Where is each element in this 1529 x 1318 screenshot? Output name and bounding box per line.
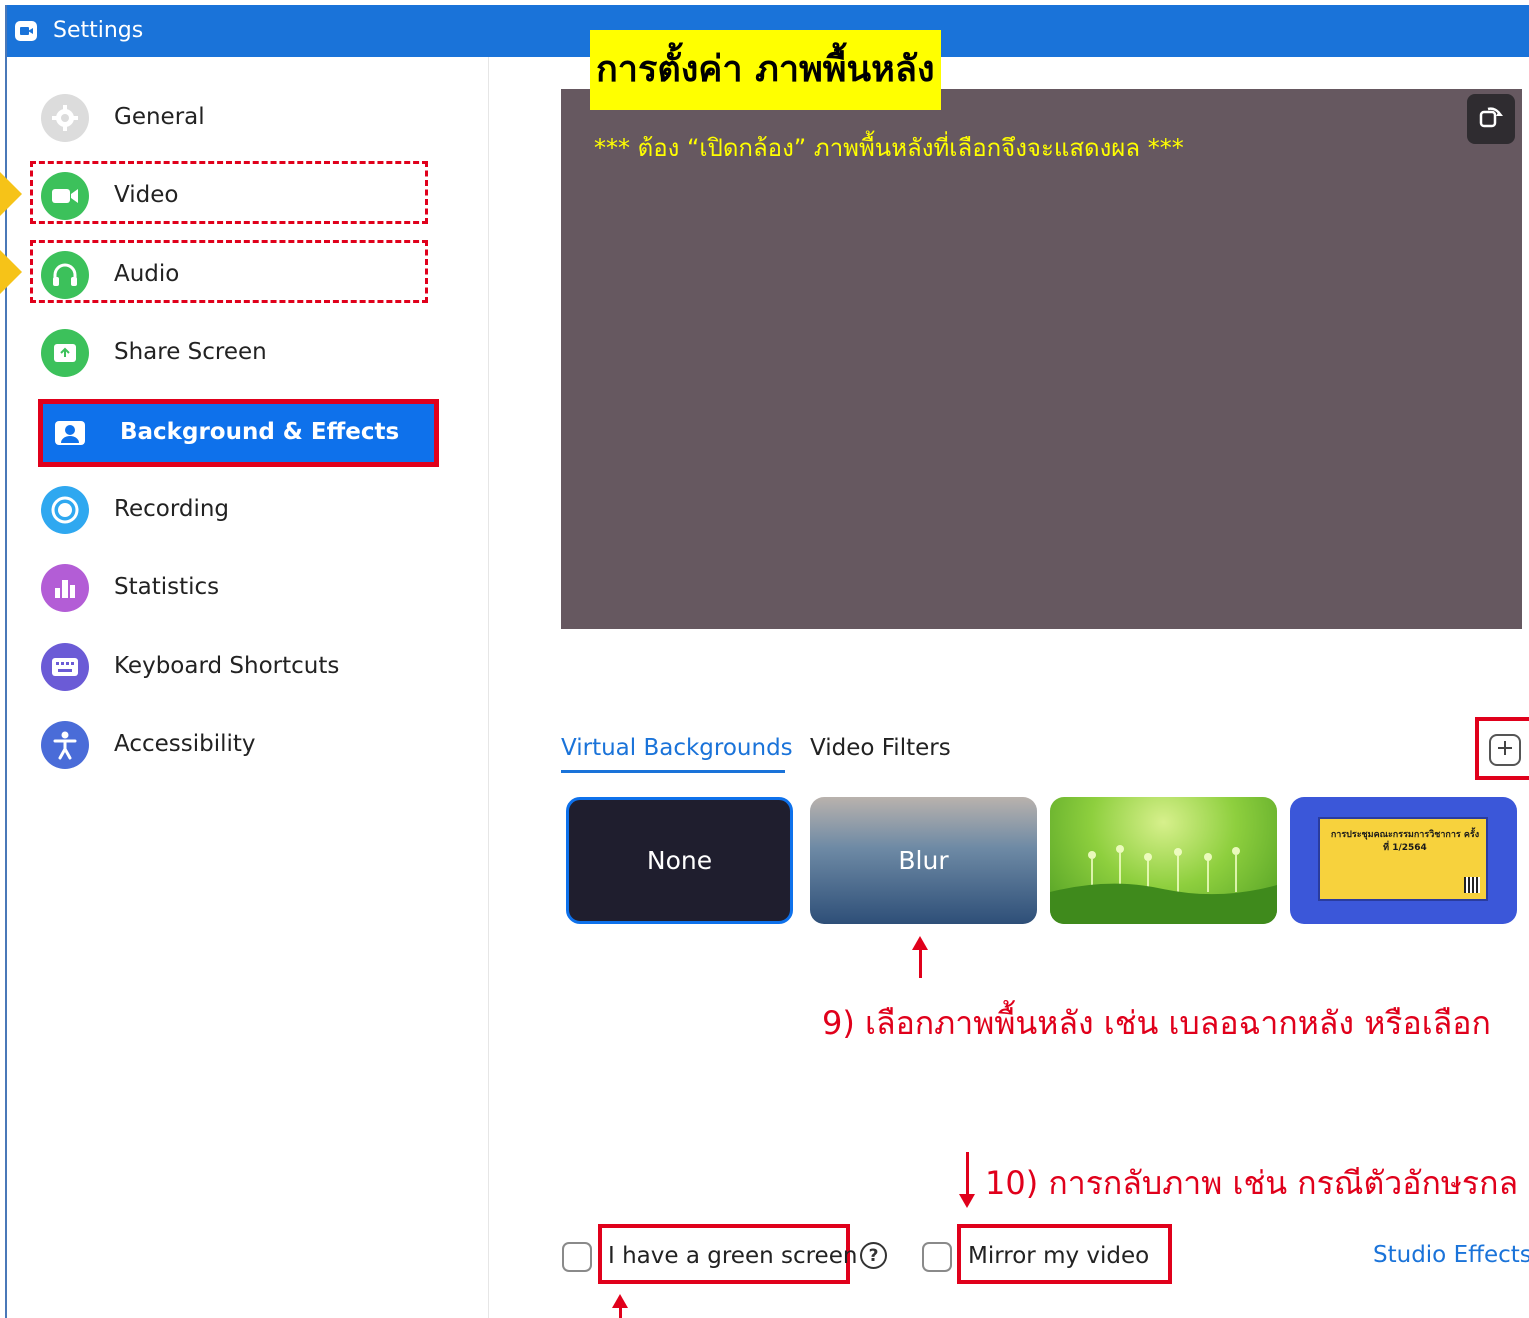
sidebar-item-label: Keyboard Shortcuts — [114, 653, 340, 679]
step9-note: 9) เลือกภาพพื้นหลัง เช่น เบลอฉากหลัง หรื… — [822, 1004, 1491, 1042]
green-scene-image — [1050, 845, 1277, 924]
tab-video-filters[interactable]: Video Filters — [810, 735, 951, 761]
sidebar-item-label: General — [114, 104, 205, 130]
sidebar-item-label: Statistics — [114, 574, 220, 600]
record-icon — [41, 486, 89, 534]
background-option-green-image[interactable] — [1050, 797, 1277, 924]
share-screen-icon — [41, 329, 89, 377]
green-screen-label: I have a green screen — [608, 1243, 858, 1269]
step10-arrow — [959, 1152, 975, 1208]
gear-icon — [41, 94, 89, 142]
sidebar-item-statistics[interactable]: Statistics — [34, 557, 434, 619]
poster-image: การประชุมคณะกรรมการวิชาการ ครั้งที่ 1/25… — [1318, 817, 1488, 901]
video-highlight-box — [30, 161, 428, 224]
thumbnail-label: Blur — [898, 846, 949, 875]
add-background-button[interactable] — [1489, 734, 1521, 766]
mirror-video-label: Mirror my video — [968, 1243, 1150, 1269]
thumbnail-label: None — [646, 846, 713, 875]
plus-icon — [1495, 738, 1515, 762]
background-option-blur[interactable]: Blur — [810, 797, 1037, 924]
sidebar-item-general[interactable]: General — [34, 87, 434, 149]
studio-effects-link[interactable]: Studio Effects — [1373, 1242, 1529, 1268]
step9-arrow — [912, 936, 928, 978]
background-option-poster-image[interactable]: การประชุมคณะกรรมการวิชาการ ครั้งที่ 1/25… — [1290, 797, 1517, 924]
sidebar-item-recording[interactable]: Recording — [34, 479, 434, 541]
step11-arrow — [612, 1294, 628, 1318]
sidebar-item-label: Recording — [114, 496, 230, 522]
sidebar-item-background-effects[interactable]: Background & Effects — [38, 399, 439, 467]
active-tab-underline — [561, 770, 785, 773]
sidebar-item-label: Share Screen — [114, 339, 267, 365]
keyboard-icon — [41, 643, 89, 691]
help-icon[interactable]: ? — [860, 1242, 887, 1269]
sidebar-item-share-screen[interactable]: Share Screen — [34, 322, 434, 384]
video-preview — [561, 89, 1522, 629]
window-title: Settings — [53, 18, 144, 43]
background-option-none[interactable]: None — [566, 797, 793, 924]
sidebar-item-label: Background & Effects — [120, 419, 400, 445]
bar-chart-icon — [41, 564, 89, 612]
page-title-banner: การตั้งค่า ภาพพื้นหลัง — [590, 30, 941, 110]
preview-note: *** ต้อง “เปิดกล้อง” ภาพพื้นหลังที่เลือก… — [594, 134, 1184, 162]
person-portrait-icon — [51, 414, 89, 452]
sidebar-item-label: Accessibility — [114, 731, 256, 757]
video-marker-arrow — [0, 172, 22, 216]
step10-note: 10) การกลับภาพ เช่น กรณีตัวอักษรกล — [985, 1164, 1519, 1202]
green-screen-checkbox[interactable] — [562, 1242, 592, 1272]
qr-code-icon — [1464, 877, 1480, 893]
rotate-icon — [1477, 103, 1505, 135]
audio-highlight-box — [30, 240, 428, 303]
sidebar-item-keyboard-shortcuts[interactable]: Keyboard Shortcuts — [34, 636, 434, 698]
zoom-app-icon — [15, 21, 37, 41]
tab-virtual-backgrounds[interactable]: Virtual Backgrounds — [561, 735, 793, 761]
accessibility-icon — [41, 721, 89, 769]
rotate-camera-button[interactable] — [1467, 94, 1515, 144]
poster-title: การประชุมคณะกรรมการวิชาการ ครั้งที่ 1/25… — [1330, 830, 1480, 853]
sidebar-item-accessibility[interactable]: Accessibility — [34, 714, 434, 776]
mirror-video-checkbox[interactable] — [922, 1242, 952, 1272]
audio-marker-arrow — [0, 250, 22, 294]
